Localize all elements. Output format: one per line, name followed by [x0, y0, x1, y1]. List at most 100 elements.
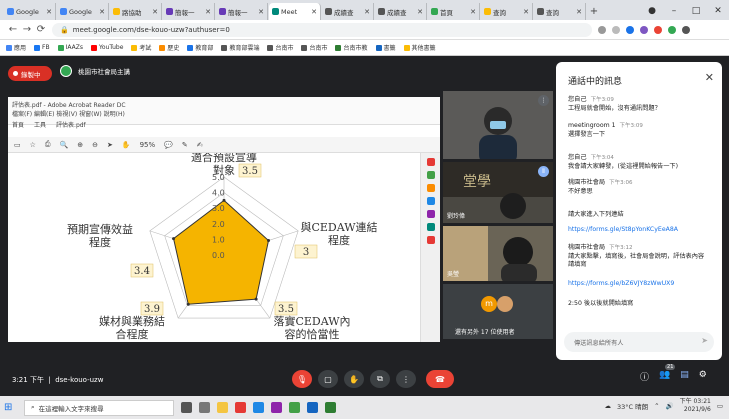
combine-icon[interactable] [426, 210, 435, 218]
export-icon[interactable] [426, 158, 435, 166]
word-icon[interactable] [253, 402, 264, 413]
tab-close-icon[interactable]: ✕ [205, 8, 211, 16]
file-explorer-icon[interactable] [217, 402, 228, 413]
people-icon[interactable]: 👥 21 [659, 364, 676, 383]
task-view-icon[interactable] [181, 402, 192, 413]
more-options-icon[interactable]: ⋮ [538, 95, 549, 106]
browser-tab[interactable]: 查詢 ✕ [481, 3, 533, 20]
camera-button[interactable]: ▢ [318, 370, 338, 388]
star-icon[interactable] [612, 25, 620, 34]
extension-icon[interactable] [654, 25, 662, 34]
browser-tab[interactable]: 首頁 ✕ [428, 3, 480, 20]
comment-icon[interactable]: 💬 [164, 141, 173, 149]
app-icon[interactable] [271, 402, 282, 413]
chrome-icon[interactable] [235, 402, 246, 413]
send-icon[interactable]: ➤ [701, 336, 708, 345]
minimize-button[interactable]: – [663, 2, 685, 20]
profile-icon[interactable]: ● [641, 2, 663, 20]
taskbar-search[interactable]: ⌕ 在這裡輸入文字來搜尋 [24, 399, 174, 416]
new-tab-button[interactable]: + [587, 3, 601, 20]
chat-input[interactable]: 傳送訊息給所有人 ➤ [564, 332, 714, 352]
browser-tab[interactable]: 路協助 ✕ [110, 3, 162, 20]
extension-icon[interactable] [668, 25, 676, 34]
close-window-button[interactable]: ✕ [707, 2, 729, 20]
recording-badge[interactable]: 錄製中 [8, 66, 52, 81]
zoom-level[interactable]: 95% [140, 141, 156, 149]
mic-off-button[interactable]: 🎙 [292, 370, 312, 388]
zoom-search-icon[interactable]: 🔍 [60, 141, 69, 149]
extension-icon[interactable] [626, 25, 634, 34]
raise-hand-button[interactable]: ✋ [344, 370, 364, 388]
print-icon[interactable]: ⎙ [45, 140, 51, 149]
tab-close-icon[interactable]: ✕ [258, 8, 264, 16]
url-input[interactable]: 🔒 meet.google.com/dse-kouo-uzw?authuser=0 [52, 22, 592, 37]
more-options-button[interactable]: ⋮ [396, 370, 416, 388]
pdf-tab[interactable]: 工具 [34, 120, 46, 129]
more-participants-tile[interactable]: m 還有另外 17 位使用者 [443, 284, 553, 339]
bookmark-item[interactable]: FB [34, 44, 50, 51]
browser-tab[interactable]: 成績查 ✕ [322, 3, 374, 20]
app-icon[interactable] [199, 402, 210, 413]
back-icon[interactable]: ← [6, 24, 20, 35]
browser-tab[interactable]: Google ✕ [4, 3, 56, 20]
browser-tab[interactable]: 查詢 ✕ [534, 3, 586, 20]
tab-close-icon[interactable]: ✕ [311, 8, 317, 16]
prev-page-icon[interactable]: ⊕ [77, 141, 83, 149]
reload-icon[interactable]: ⟳ [34, 24, 48, 35]
chat-link[interactable]: https://forms.gle/bZ6VJY8zWwUX9 [568, 280, 708, 289]
bookmark-item[interactable]: 教育部 [187, 43, 213, 52]
protect-icon[interactable] [426, 236, 435, 244]
browser-tab[interactable]: 簡報一 ✕ [163, 3, 215, 20]
participant-tile[interactable]: 吳瑩 [443, 226, 553, 281]
bookmark-item[interactable]: 考試 [131, 43, 151, 52]
app-icon[interactable] [325, 402, 336, 413]
browser-tab[interactable]: Google ✕ [57, 3, 109, 20]
bookmark-item[interactable]: 教育部雲端 [221, 43, 259, 52]
end-call-button[interactable]: ☎ [426, 370, 454, 388]
chat-link[interactable]: https://forms.gle/St8pYonKCyEeA8A [568, 226, 708, 235]
present-button[interactable]: ⧉ [370, 370, 390, 388]
hand-icon[interactable]: ✋ [122, 141, 131, 149]
forward-icon[interactable]: → [20, 24, 34, 35]
sign-icon[interactable]: ✍ [197, 141, 203, 149]
windows-start-icon[interactable]: ⊞ [4, 402, 18, 413]
close-icon[interactable]: ✕ [705, 71, 714, 84]
select-icon[interactable]: ➤ [107, 141, 113, 149]
tab-close-icon[interactable]: ✕ [417, 8, 423, 16]
bookmark-item[interactable]: 台南市 [267, 43, 293, 52]
pdf-tab[interactable]: 評估表.pdf [56, 120, 86, 129]
weather-text[interactable]: 33°C 晴朗 [617, 401, 648, 411]
pdf-tab[interactable]: 首頁 [12, 120, 24, 129]
tab-close-icon[interactable]: ✕ [523, 8, 529, 16]
bookmark-item[interactable]: 其他書籤 [403, 43, 436, 52]
clock[interactable]: 下午 03:21 2021/9/6 [680, 398, 711, 414]
tab-close-icon[interactable]: ✕ [364, 8, 370, 16]
tab-close-icon[interactable]: ✕ [46, 8, 52, 16]
volume-icon[interactable]: 🔊 [666, 402, 674, 410]
tab-close-icon[interactable]: ✕ [152, 8, 158, 16]
app-icon[interactable] [289, 402, 300, 413]
maximize-button[interactable]: □ [685, 2, 707, 20]
pen-icon[interactable]: ✎ [182, 141, 188, 149]
network-icon[interactable]: ⌃ [654, 402, 659, 410]
participant-tile[interactable]: 堂學 ⦀ 劉玲偉 [443, 162, 553, 223]
comment-tool-icon[interactable] [426, 197, 435, 205]
bookmark-item[interactable]: YouTube [90, 44, 123, 51]
app-icon[interactable] [307, 402, 318, 413]
bookmark-icon[interactable]: ☆ [30, 141, 36, 149]
bookmark-item[interactable]: 台南市 [301, 43, 327, 52]
organize-icon[interactable] [426, 223, 435, 231]
activities-icon[interactable]: ⚙ [699, 370, 707, 383]
share-icon[interactable] [598, 25, 606, 34]
bookmark-item[interactable]: 台南市教 [335, 43, 368, 52]
menu-icon[interactable] [682, 25, 690, 34]
browser-tab[interactable]: Meet ✕ [269, 3, 321, 20]
bookmark-item[interactable]: 應用 [6, 43, 26, 52]
extension-icon[interactable] [640, 25, 648, 34]
notification-icon[interactable]: ▭ [717, 402, 723, 410]
edit-icon[interactable] [426, 184, 435, 192]
bookmark-item[interactable]: 歷史 [159, 43, 179, 52]
chat-icon[interactable]: ▤ [680, 370, 689, 383]
tab-close-icon[interactable]: ✕ [99, 8, 105, 16]
browser-tab[interactable]: 簡報一 ✕ [216, 3, 268, 20]
